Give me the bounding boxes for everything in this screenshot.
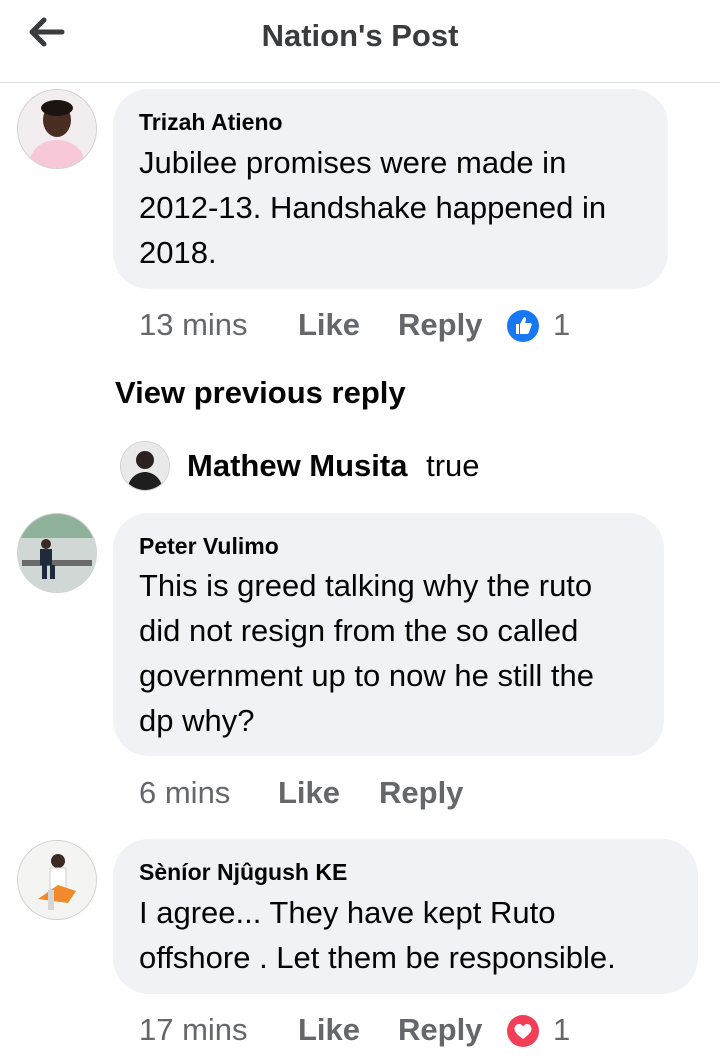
comment-text-line: dp why?: [139, 703, 255, 738]
comment-text-line: This is greed talking why the ruto: [139, 568, 593, 603]
comment-text-line: I agree... They have kept Ruto: [139, 895, 556, 930]
like-button[interactable]: Like: [278, 775, 340, 811]
top-bar: Nation's Post: [0, 0, 720, 83]
comment-text-line: Jubilee promises were made in: [139, 145, 567, 180]
latest-reply-preview[interactable]: Mathew Musita true: [187, 448, 480, 484]
comment-timestamp: 6 mins: [139, 775, 231, 810]
like-button[interactable]: Like: [298, 307, 360, 343]
reply-button[interactable]: Reply: [379, 775, 463, 811]
comment-text-line: offshore . Let them be responsible.: [139, 940, 616, 975]
comment-bubble: Peter Vulimo This is greed talking why t…: [113, 513, 664, 756]
comment-timestamp: 13 mins: [139, 307, 248, 342]
avatar-peter-vulimo[interactable]: [17, 513, 97, 593]
avatar-senior-njugush[interactable]: [17, 840, 97, 920]
thumbs-up-icon[interactable]: [507, 310, 539, 342]
comment-text-line: did not resign from the so called: [139, 613, 579, 648]
comment-text-line: 2012-13. Handshake happened in: [139, 190, 607, 225]
reply-text: true: [426, 448, 480, 483]
reaction-count[interactable]: 1: [553, 1012, 570, 1048]
view-previous-reply-link[interactable]: View previous reply: [115, 375, 406, 411]
reaction-count[interactable]: 1: [553, 307, 570, 343]
page-title: Nation's Post: [261, 18, 459, 53]
comment-author[interactable]: Trizah Atieno: [139, 109, 283, 136]
avatar-trizah-atieno[interactable]: [17, 89, 97, 169]
comment-timestamp: 17 mins: [139, 1012, 248, 1047]
heart-icon[interactable]: [507, 1015, 539, 1047]
reply-button[interactable]: Reply: [398, 1012, 482, 1048]
comment-bubble: Sèníor Njûgush KE I agree... They have k…: [113, 839, 698, 994]
reply-author: Mathew Musita: [187, 448, 408, 483]
comment-author[interactable]: Peter Vulimo: [139, 533, 279, 560]
comment-author[interactable]: Sèníor Njûgush KE: [139, 859, 347, 886]
comment-text-line: 2018.: [139, 235, 217, 270]
avatar-mathew-musita[interactable]: [120, 441, 170, 491]
comment-text-line: government up to now he still the: [139, 658, 594, 693]
comment-bubble: Trizah Atieno Jubilee promises were made…: [113, 89, 668, 289]
like-button[interactable]: Like: [298, 1012, 360, 1048]
reply-button[interactable]: Reply: [398, 307, 482, 343]
